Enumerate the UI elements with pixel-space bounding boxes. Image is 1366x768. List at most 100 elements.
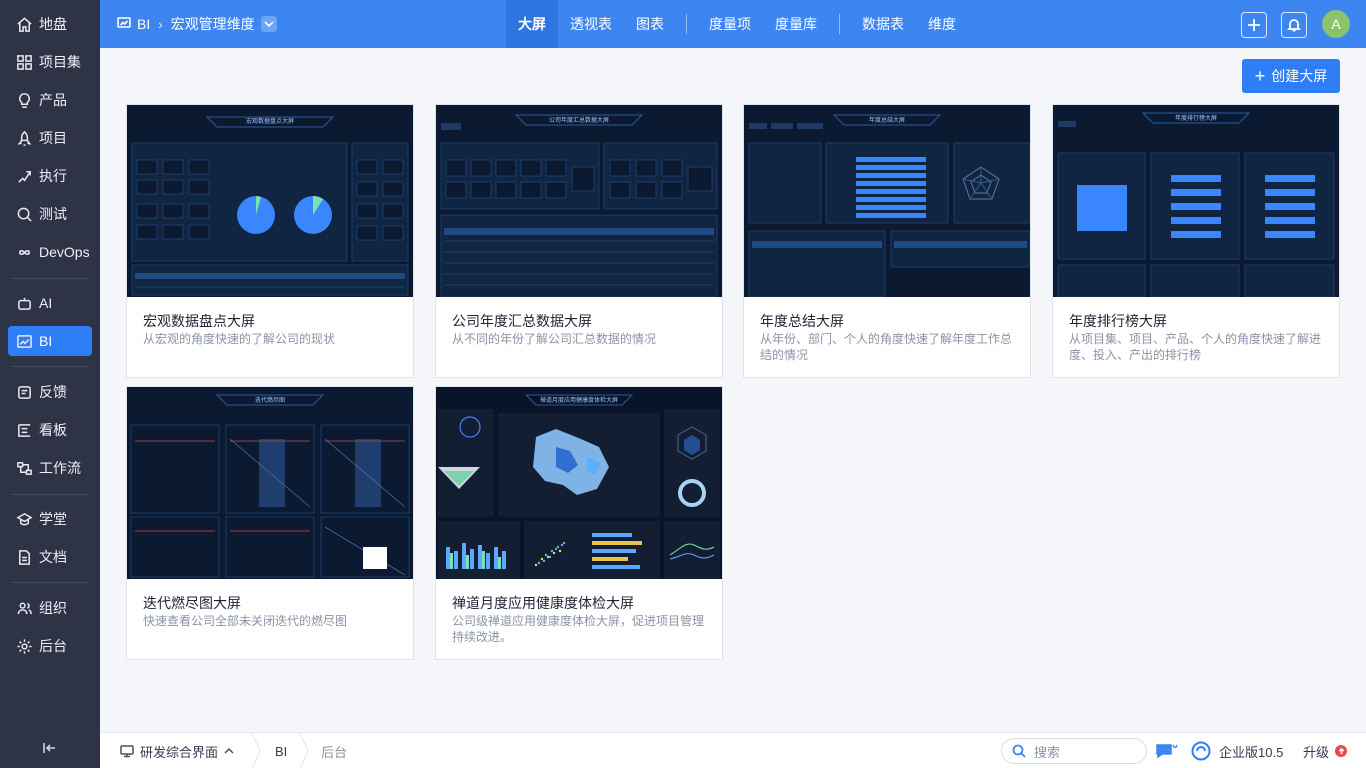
sidebar-item-ai[interactable]: AI [8,288,92,318]
tab-datatable[interactable]: 数据表 [850,0,916,48]
notification-button[interactable] [1281,12,1307,38]
sidebar-item-product[interactable]: 产品 [8,85,92,115]
thumb-heading: 公司年度汇总数据大屏 [549,116,609,124]
tab-chart[interactable]: 图表 [624,0,676,48]
sidebar-item-home[interactable]: 地盘 [8,9,92,39]
upgrade-label: 升级 [1303,744,1330,760]
infinity-icon [15,243,33,261]
create-screen-label: 创建大屏 [1271,68,1328,84]
sidebar-item-label: 项目 [39,130,67,146]
tab-dimension[interactable]: 维度 [916,0,968,48]
run-icon [15,167,33,185]
screen-thumbnail: 年度排行榜大屏 [1053,105,1339,297]
breadcrumb-separator: › [158,16,163,32]
plus-icon [1248,19,1260,31]
feedback-icon [15,383,33,401]
dimension-dropdown[interactable] [260,16,277,32]
card-description: 从宏观的角度快速的了解公司的现状 [143,332,336,346]
screen-card-burndown[interactable]: 迭代燃尽图 迭代燃尽图大屏 快速查看公司全部未关闭迭代的燃尽图 [126,386,414,660]
document-icon [15,548,33,566]
screen-card-annual-review[interactable]: 年度总结大屏 年度总结大屏 从年份、部门、个人的角度快速了解年度工作总结的情况 [743,104,1031,378]
sidebar-item-label: 项目集 [39,54,81,70]
bi-module-icon [117,16,137,33]
card-title: 宏观数据盘点大屏 [143,313,255,329]
sidebar-item-label: BI [39,333,53,349]
screen-card-macro[interactable]: 宏观数据盘点大屏 宏观数据盘点大屏 从宏观的角度快速的了解公司的现状 [126,104,414,378]
footer-crumb-bi[interactable]: BI [275,733,287,768]
sidebar-item-label: 学堂 [39,511,67,527]
sidebar-item-docs[interactable]: 文档 [8,542,92,572]
tab-screen[interactable]: 大屏 [506,0,558,48]
footer-crumb-admin[interactable]: 后台 [321,733,347,768]
screen-card-health-check[interactable]: 禅道月度应用健康度体检大屏 禅道月度应用健康度体检大屏 公司级禅道应用健康度体检… [435,386,723,660]
sidebar-item-label: 执行 [39,168,67,184]
screen-thumbnail: 宏观数据盘点大屏 [127,105,413,297]
footer-crumb-label: BI [275,743,288,759]
tab-divider [686,14,687,34]
thumb-heading: 迭代燃尽图 [255,396,285,404]
robot-icon [15,294,33,312]
arrow-up-icon [1338,747,1344,754]
sidebar-item-execution[interactable]: 执行 [8,161,92,191]
search-bug-icon [15,205,33,223]
collapse-sidebar-button[interactable] [40,740,60,756]
school-icon [15,510,33,528]
sidebar-item-label: 看板 [39,422,67,438]
people-icon [15,599,33,617]
breadcrumb-current[interactable]: 宏观管理维度 [171,14,255,34]
sidebar-item-bi[interactable]: BI [8,326,92,356]
thumb-heading: 宏观数据盘点大屏 [246,117,294,125]
card-description: 从项目集、项目、产品、个人的角度快速了解进度、投入、产出的排行榜 [1069,332,1322,362]
sidebar-item-test[interactable]: 测试 [8,199,92,229]
sidebar-item-devops[interactable]: DevOps [8,237,92,267]
sidebar-item-org[interactable]: 组织 [8,593,92,623]
screen-card-annual-ranking[interactable]: 年度排行榜大屏 年度排行榜大屏 从项目集、项目、产品、个人的角度快速了解进度、投… [1052,104,1340,378]
workspace-switcher[interactable]: 研发综合界面 [120,733,234,768]
ai-chat-button[interactable] [1155,733,1179,768]
tab-metric[interactable]: 度量项 [697,0,763,48]
tab-metric-lib[interactable]: 度量库 [763,0,829,48]
sidebar-item-label: 后台 [39,638,67,654]
sidebar-item-label: 文档 [39,549,67,565]
screen-thumbnail: 公司年度汇总数据大屏 [436,105,722,297]
sidebar-item-label: 工作流 [39,460,81,476]
sidebar-item-project[interactable]: 项目 [8,123,92,153]
create-screen-button[interactable]: + 创建大屏 [1242,59,1340,93]
card-description: 快速查看公司全部未关闭迭代的燃尽图 [143,614,348,628]
zentao-logo-icon [1191,741,1211,761]
lightbulb-icon [15,91,33,109]
sidebar-item-feedback[interactable]: 反馈 [8,377,92,407]
home-icon [15,15,33,33]
upgrade-badge [1335,745,1348,757]
tab-pivot[interactable]: 透视表 [558,0,624,48]
screen-thumbnail: 禅道月度应用健康度体检大屏 [436,387,722,579]
thumb-heading: 年度总结大屏 [869,116,905,124]
version-info[interactable]: 企业版10.5 [1191,733,1283,768]
sidebar-item-kanban[interactable]: 看板 [8,415,92,445]
sidebar-item-program[interactable]: 项目集 [8,47,92,77]
sidebar-item-admin[interactable]: 后台 [8,631,92,661]
footer-bar: 研发综合界面 BI 后台 搜索 企业版10.5 升级 [100,732,1366,768]
thumb-heading: 年度排行榜大屏 [1175,114,1217,122]
sidebar-divider [12,494,88,495]
breadcrumb: BI › 宏观管理维度 [117,0,277,48]
rocket-icon [15,129,33,147]
thumb-heading: 禅道月度应用健康度体检大屏 [540,396,618,404]
upgrade-button[interactable]: 升级 [1303,733,1348,768]
sidebar-item-label: 测试 [39,206,67,222]
global-search-input[interactable]: 搜索 [1001,738,1147,764]
workflow-icon [15,459,33,477]
sidebar-item-workflow[interactable]: 工作流 [8,453,92,483]
sidebar-item-label: 组织 [39,600,67,616]
sidebar-item-school[interactable]: 学堂 [8,504,92,534]
breadcrumb-module[interactable]: BI [137,16,150,32]
sidebar-divider [12,366,88,367]
avatar[interactable]: A [1322,10,1350,38]
footer-separator [299,733,309,768]
card-title: 迭代燃尽图大屏 [143,595,241,611]
add-button[interactable] [1241,12,1267,38]
main-content: + 创建大屏 宏观数据盘点大屏 宏观数据盘点大屏 从宏观的角度快速的了解公司的现… [100,48,1366,732]
card-title: 年度排行榜大屏 [1069,313,1167,329]
tab-divider [839,14,840,34]
screen-card-annual-summary[interactable]: 公司年度汇总数据大屏 公司年度汇总数据大屏 从不同的年份了解公司汇总数据的情况 [435,104,723,378]
